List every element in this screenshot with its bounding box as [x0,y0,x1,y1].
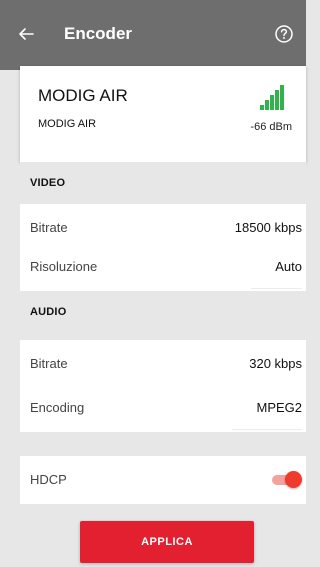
page-title: Encoder [64,24,133,43]
audio-encoding-value[interactable]: MPEG2 [232,384,302,432]
audio-section-header: AUDIO [20,291,306,333]
audio-encoding-row: Encoding MPEG2 [20,384,306,432]
audio-bitrate-row: Bitrate 320 kbps [20,340,306,388]
hdcp-label: HDCP [30,472,67,487]
arrow-left-icon [19,28,34,40]
audio-bitrate-value[interactable]: 320 kbps [225,340,302,388]
back-button[interactable] [14,22,38,46]
section-spacer [20,432,306,456]
video-resolution-row: Risoluzione Auto [20,243,306,291]
help-button[interactable] [272,22,296,46]
device-subtitle: MODIG AIR [38,118,97,130]
signal-value: -66 dBm [250,121,292,133]
help-circle-icon [275,25,293,43]
video-section-header: VIDEO [20,162,306,204]
apply-button[interactable]: APPLICA [80,521,254,563]
toggle-thumb [285,471,302,488]
hdcp-toggle[interactable] [270,470,302,490]
audio-encoding-label: Encoding [30,400,85,415]
video-resolution-label: Risoluzione [30,259,98,274]
audio-bitrate-label: Bitrate [30,356,68,371]
hdcp-row: HDCP [20,456,306,504]
signal-strength-icon [260,85,284,110]
device-name: MODIG AIR [38,86,128,105]
device-card: MODIG AIR MODIG AIR -66 dBm [20,66,306,162]
encoder-screen: Encoder MODIG AIR MODIG AIR -66 dBm VIDE… [0,0,306,567]
app-bar: Encoder [0,0,306,70]
video-resolution-value[interactable]: Auto [251,243,302,291]
